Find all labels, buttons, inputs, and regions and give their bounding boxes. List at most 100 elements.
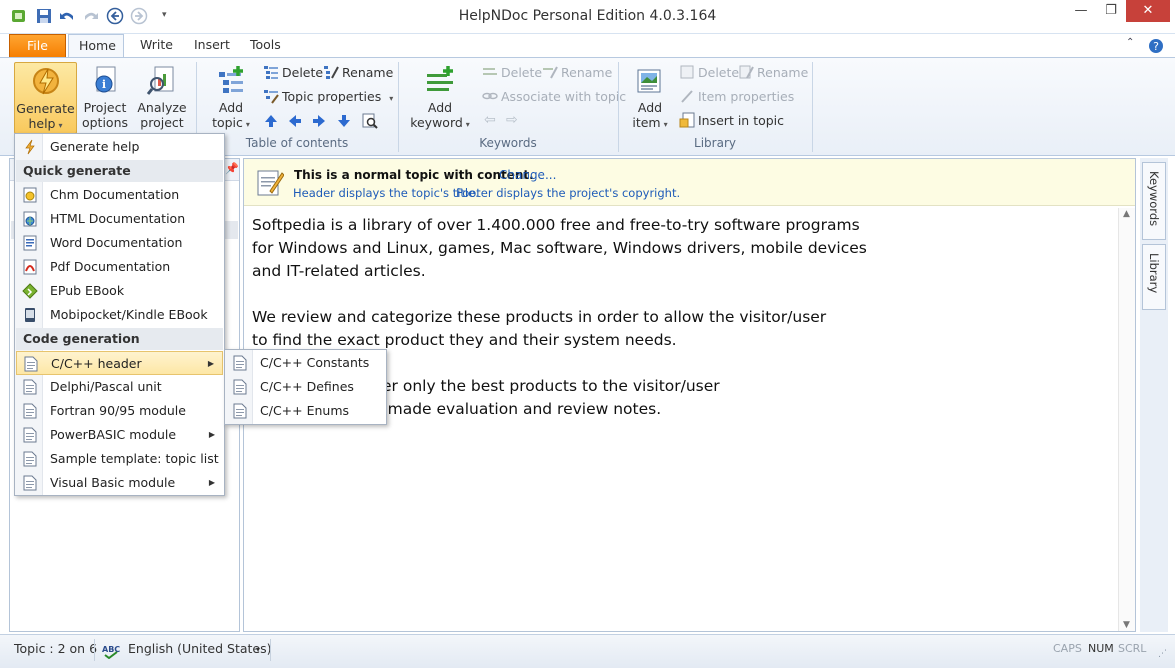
tab-insert[interactable]: Insert bbox=[184, 34, 240, 58]
epub-icon bbox=[22, 283, 38, 299]
status-separator bbox=[94, 639, 95, 661]
rename-topic-button[interactable]: Rename bbox=[323, 63, 393, 83]
menu-item-delphi[interactable]: Delphi/Pascal unit bbox=[16, 375, 223, 399]
menu-item-word[interactable]: Word Documentation bbox=[16, 231, 223, 255]
menu-item-generate-help[interactable]: Generate help bbox=[16, 135, 223, 159]
menu-item-sample-template[interactable]: Sample template: topic list bbox=[16, 447, 223, 471]
add-topic-button[interactable]: Add topic ▾ bbox=[206, 62, 256, 134]
footer-note[interactable]: Footer displays the project's copyright. bbox=[456, 186, 680, 200]
svg-text:?: ? bbox=[1153, 40, 1159, 53]
add-item-label-2: item bbox=[632, 115, 661, 130]
keyword-move-left-icon[interactable]: ⇦ bbox=[484, 112, 496, 128]
move-left-icon[interactable] bbox=[288, 114, 302, 128]
delete-topic-button[interactable]: Delete bbox=[263, 63, 323, 83]
side-tab-library-label: Library bbox=[1147, 253, 1161, 294]
spellcheck-icon[interactable]: ABC bbox=[102, 643, 120, 659]
code-file-icon bbox=[233, 355, 247, 371]
associate-topic-button[interactable]: Associate with topic bbox=[482, 87, 626, 107]
delete-keyword-label: Delete bbox=[501, 65, 543, 80]
item-properties-icon bbox=[681, 90, 693, 103]
rename-item-button[interactable]: Rename bbox=[738, 63, 808, 83]
move-right-icon[interactable] bbox=[312, 114, 326, 128]
code-generation-header: Code generation bbox=[16, 328, 223, 350]
submenu-item-defines[interactable]: C/C++ Defines bbox=[226, 375, 385, 399]
tab-file[interactable]: File bbox=[9, 34, 66, 58]
header-note[interactable]: Header displays the topic's title. bbox=[293, 186, 479, 200]
maximize-button[interactable]: ❐ bbox=[1096, 0, 1126, 22]
move-up-icon[interactable] bbox=[264, 114, 278, 128]
analyze-project-label-2: project bbox=[140, 115, 184, 130]
collapse-ribbon-icon[interactable]: ⌃ bbox=[1126, 37, 1134, 48]
submenu-item-enums[interactable]: C/C++ Enums bbox=[226, 399, 385, 423]
rename-item-label: Rename bbox=[757, 65, 809, 80]
code-file-icon bbox=[23, 427, 37, 443]
rename-topic-icon bbox=[324, 66, 339, 79]
analyze-project-button[interactable]: Analyze project bbox=[134, 62, 190, 134]
side-tab-keywords[interactable]: Keywords bbox=[1142, 162, 1166, 240]
topic-properties-button[interactable]: Topic properties ▾ bbox=[263, 87, 393, 107]
menu-item-pdf[interactable]: Pdf Documentation bbox=[16, 255, 223, 279]
menu-item-cpp-header[interactable]: C/C++ header ▶ bbox=[16, 351, 223, 375]
submenu-item-constants[interactable]: C/C++ Constants bbox=[226, 351, 385, 375]
editor-scrollbar[interactable]: ▲ ▼ bbox=[1118, 208, 1135, 631]
menu-item-kindle[interactable]: Mobipocket/Kindle EBook bbox=[16, 303, 223, 327]
code-file-icon bbox=[23, 403, 37, 419]
menu-item-label: PowerBASIC module bbox=[50, 427, 177, 442]
generate-help-label-1: Generate bbox=[16, 101, 75, 116]
add-item-button[interactable]: Add item ▾ bbox=[628, 62, 672, 134]
menu-item-label: C/C++ Constants bbox=[260, 355, 370, 370]
project-options-button[interactable]: i Project options bbox=[80, 62, 130, 134]
help-icon[interactable]: ? bbox=[1148, 38, 1164, 54]
window-title: HelpNDoc Personal Edition 4.0.3.164 bbox=[458, 8, 717, 24]
resize-grip-icon[interactable]: ⋰ bbox=[1158, 649, 1167, 659]
delete-item-label: Delete bbox=[698, 65, 740, 80]
kindle-icon bbox=[25, 308, 35, 322]
tab-write[interactable]: Write bbox=[130, 34, 183, 58]
word-icon bbox=[23, 235, 37, 251]
close-button[interactable]: ✕ bbox=[1126, 0, 1170, 22]
menu-item-chm[interactable]: Chm Documentation bbox=[16, 183, 223, 207]
library-group-label: Library bbox=[694, 136, 736, 150]
menu-item-label: EPub EBook bbox=[50, 283, 125, 298]
delete-item-button[interactable]: Delete bbox=[679, 63, 739, 83]
insert-in-topic-button[interactable]: Insert in topic bbox=[679, 111, 784, 131]
topic-position: Topic : 2 on 6 bbox=[14, 641, 98, 656]
menu-item-label: Fortran 90/95 module bbox=[50, 403, 186, 418]
move-down-icon[interactable] bbox=[337, 114, 351, 128]
side-tab-library[interactable]: Library bbox=[1142, 244, 1166, 310]
language-dropdown-icon[interactable]: ▾ bbox=[256, 645, 260, 654]
menu-item-label: Delphi/Pascal unit bbox=[50, 379, 162, 394]
pin-icon[interactable]: 📌 bbox=[225, 162, 239, 175]
tab-home[interactable]: Home bbox=[68, 34, 124, 59]
menu-item-html[interactable]: HTML Documentation bbox=[16, 207, 223, 231]
scroll-down-icon[interactable]: ▼ bbox=[1123, 620, 1130, 630]
lightning-icon bbox=[25, 139, 35, 155]
menu-item-epub[interactable]: EPub EBook bbox=[16, 279, 223, 303]
side-tab-keywords-label: Keywords bbox=[1147, 171, 1161, 227]
dropdown-caret-icon: ▾ bbox=[465, 120, 470, 129]
find-topic-icon[interactable] bbox=[362, 113, 378, 129]
minimize-button[interactable]: — bbox=[1066, 0, 1096, 22]
add-keyword-button[interactable]: Add keyword ▾ bbox=[408, 62, 472, 134]
menu-item-powerbasic[interactable]: PowerBASIC module ▶ bbox=[16, 423, 223, 447]
item-properties-button[interactable]: Item properties bbox=[679, 87, 794, 107]
generate-help-button[interactable]: Generate help ▾ bbox=[14, 62, 77, 134]
topic-status-message: This is a normal topic with content. bbox=[294, 168, 534, 182]
submenu-arrow-icon: ▶ bbox=[208, 430, 215, 439]
menu-item-label: Pdf Documentation bbox=[50, 259, 171, 274]
editor-paragraph[interactable]: We review and categorize these products … bbox=[252, 306, 1112, 352]
keyword-move-right-icon[interactable]: ⇨ bbox=[506, 112, 518, 128]
code-file-icon bbox=[233, 403, 247, 419]
editor-paragraph[interactable]: Softpedia is a library of over 1.400.000… bbox=[252, 214, 1112, 283]
delete-keyword-button[interactable]: Delete bbox=[482, 63, 542, 83]
associate-topic-label: Associate with topic bbox=[501, 89, 627, 104]
change-topic-link[interactable]: Change... bbox=[499, 168, 556, 182]
menu-item-label: HTML Documentation bbox=[50, 211, 186, 226]
quick-generate-header: Quick generate bbox=[16, 160, 223, 182]
tab-tools[interactable]: Tools bbox=[240, 34, 291, 58]
menu-item-visual-basic[interactable]: Visual Basic module ▶ bbox=[16, 471, 223, 495]
menu-item-fortran[interactable]: Fortran 90/95 module bbox=[16, 399, 223, 423]
scroll-up-icon[interactable]: ▲ bbox=[1123, 209, 1130, 219]
rename-keyword-button[interactable]: Rename bbox=[542, 63, 612, 83]
language-selector[interactable]: English (United States) bbox=[128, 641, 272, 656]
